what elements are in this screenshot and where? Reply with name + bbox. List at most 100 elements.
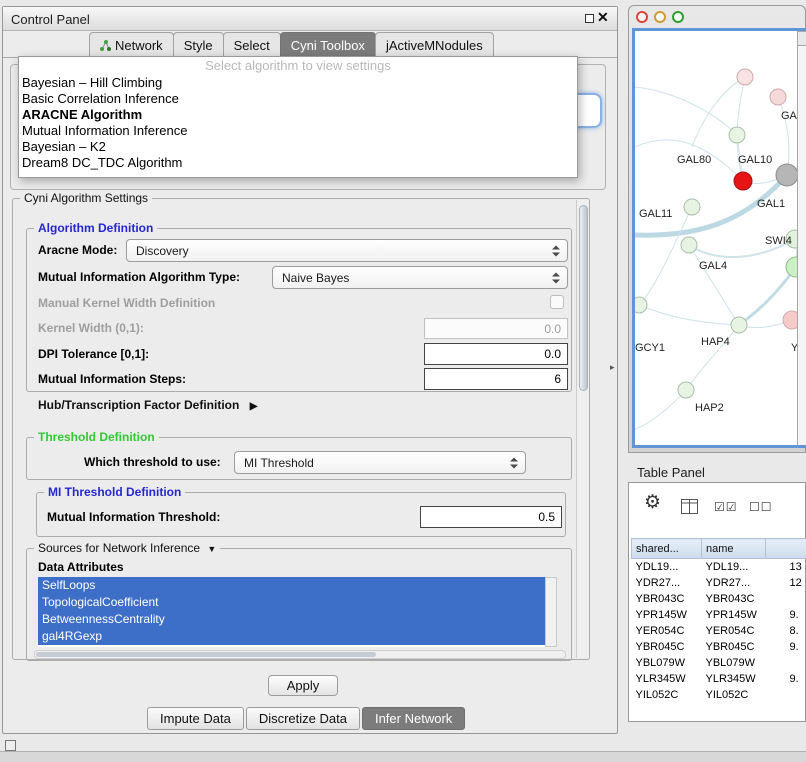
tab-style[interactable]: Style [173, 32, 224, 57]
table-row[interactable]: YDL19...YDL19...13 [632, 559, 806, 575]
which-threshold-value: MI Threshold [244, 456, 314, 470]
tab-select[interactable]: Select [223, 32, 281, 57]
table-panel-title: Table Panel [637, 465, 705, 480]
mi-type-select[interactable]: Naive Bayes [272, 266, 568, 289]
network-node[interactable] [731, 317, 747, 333]
columns-icon[interactable] [681, 499, 698, 514]
tab-infer-network[interactable]: Infer Network [362, 707, 465, 730]
dpi-tolerance-input[interactable]: 0.0 [424, 343, 568, 365]
hub-definition-toggle[interactable]: Hub/Transcription Factor Definition ▶ [38, 398, 257, 412]
network-canvas[interactable]: GAL8GAL80GAL10GAL11GAL1SWI4GAL4GCY1HAP4Y… [632, 28, 806, 448]
network-edge [686, 325, 739, 390]
network-node[interactable] [635, 297, 647, 313]
column-header-extra[interactable] [766, 539, 806, 559]
table-cell [766, 687, 806, 703]
combo-arrows-icon [552, 245, 560, 256]
aracne-mode-value: Discovery [136, 244, 189, 258]
dpi-tolerance-label: DPI Tolerance [0,1]: [38, 347, 149, 361]
network-node[interactable] [734, 172, 752, 190]
sources-group-label[interactable]: Sources for Network Inference ▼ [34, 541, 220, 555]
table-row[interactable]: YBR045CYBR045C9. [632, 639, 806, 655]
close-icon[interactable]: ✕ [597, 9, 609, 26]
window-minimize-button[interactable] [654, 11, 666, 23]
panel-splitter-arrow-icon[interactable]: ▸ [610, 362, 615, 373]
algorithm-option[interactable]: Basic Correlation Inference [19, 91, 577, 107]
table-row[interactable]: YDR27...YDR27...12 [632, 575, 806, 591]
network-scroll-button[interactable] [797, 31, 806, 46]
algorithm-definition-label: Algorithm Definition [34, 221, 157, 235]
horizontal-scrollbar-thumb[interactable] [36, 652, 376, 657]
table-cell: YPR145W [702, 607, 766, 623]
collapse-down-arrow-icon[interactable]: ▼ [207, 544, 216, 554]
table-cell: YBL079W [632, 655, 702, 671]
network-node[interactable] [681, 237, 697, 253]
attribute-item[interactable]: BetweennessCentrality [38, 611, 545, 628]
node-table: shared... name YDL19...YDL19...13YDR27..… [631, 538, 806, 703]
network-canvas-svg[interactable]: GAL8GAL80GAL10GAL11GAL1SWI4GAL4GCY1HAP4Y… [635, 31, 797, 445]
table-row[interactable]: YBR043CYBR043C [632, 591, 806, 607]
window-zoom-button[interactable] [672, 11, 684, 23]
attribute-item[interactable]: TopologicalCoefficient [38, 594, 545, 611]
attributes-vertical-scrollbar[interactable] [545, 577, 557, 647]
table-header-row: shared... name [632, 539, 806, 559]
tab-label: Cyni Toolbox [291, 38, 365, 53]
network-node[interactable] [776, 164, 797, 186]
network-edge [778, 97, 789, 175]
tab-discretize-data[interactable]: Discretize Data [246, 707, 360, 730]
network-node[interactable] [786, 257, 797, 277]
aracne-mode-select[interactable]: Discovery [126, 239, 568, 262]
control-panel-tabbar: Network Style Select Cyni Toolbox jActiv… [3, 31, 617, 58]
tab-impute-data[interactable]: Impute Data [147, 707, 244, 730]
expand-right-arrow-icon[interactable]: ▶ [250, 401, 258, 412]
which-threshold-select[interactable]: MI Threshold [234, 451, 526, 474]
algorithm-option[interactable]: ARACNE Algorithm [19, 107, 577, 123]
algorithm-option[interactable]: Mutual Information Inference [19, 123, 577, 139]
data-attributes-list[interactable]: SelfLoopsTopologicalCoefficientBetweenne… [38, 577, 545, 647]
table-row[interactable]: YER054CYER054C8. [632, 623, 806, 639]
tab-cyni-toolbox[interactable]: Cyni Toolbox [280, 32, 376, 57]
mi-steps-input[interactable]: 6 [424, 368, 568, 390]
algorithm-option[interactable]: Dream8 DC_TDC Algorithm [19, 155, 577, 171]
table-row[interactable]: YLR345WYLR345W9. [632, 671, 806, 687]
combo-arrows-icon [510, 457, 518, 468]
attributes-horizontal-scrollbar[interactable] [34, 650, 566, 659]
network-node[interactable] [729, 127, 745, 143]
tab-jactivemnodules[interactable]: jActiveMNodules [375, 32, 494, 57]
control-panel-titlebar[interactable] [3, 7, 617, 31]
mi-type-label: Mutual Information Algorithm Type: [38, 270, 240, 284]
deselect-all-checkboxes-icon[interactable]: ☐☐ [749, 500, 773, 514]
table-cell: YDL19... [702, 559, 766, 575]
algorithm-option[interactable]: Bayesian – K2 [19, 139, 577, 155]
table-row[interactable]: YIL052CYIL052C [632, 687, 806, 703]
network-node[interactable] [678, 382, 694, 398]
settings-scrollbar-thumb[interactable] [579, 205, 588, 391]
table-cell: YBL079W [702, 655, 766, 671]
mi-threshold-input[interactable]: 0.5 [420, 506, 562, 528]
network-edge [635, 390, 686, 429]
tab-network[interactable]: Network [89, 32, 174, 57]
network-node[interactable] [737, 69, 753, 85]
window-close-button[interactable] [636, 11, 648, 23]
column-header-name[interactable]: name [702, 539, 766, 559]
network-node[interactable] [684, 199, 700, 215]
panel-corner-icon[interactable] [5, 740, 16, 751]
gear-icon[interactable]: ⚙ [644, 493, 661, 512]
column-header-shared[interactable]: shared... [632, 539, 702, 559]
table-row[interactable]: YPR145WYPR145W9. [632, 607, 806, 623]
attribute-item[interactable]: SelfLoops [38, 577, 545, 594]
network-node[interactable] [783, 311, 797, 329]
select-all-checkboxes-icon[interactable]: ☑☑ [714, 500, 738, 514]
network-node-label: HAP4 [701, 336, 730, 348]
algorithm-option[interactable]: Bayesian – Hill Climbing [19, 75, 577, 91]
network-node-label: GAL11 [639, 208, 672, 220]
network-node-label: GAL10 [738, 154, 772, 166]
float-window-icon[interactable] [585, 14, 594, 23]
settings-scrollbar[interactable] [576, 200, 589, 658]
network-node[interactable] [770, 89, 786, 105]
table-row[interactable]: YBL079WYBL079W [632, 655, 806, 671]
manual-kernel-checkbox[interactable] [550, 295, 564, 309]
kernel-width-label: Kernel Width (0,1): [38, 321, 144, 335]
attribute-item[interactable]: gal4RGexp [38, 628, 545, 645]
apply-button[interactable]: Apply [268, 675, 338, 696]
network-scrollbar[interactable] [797, 31, 806, 445]
